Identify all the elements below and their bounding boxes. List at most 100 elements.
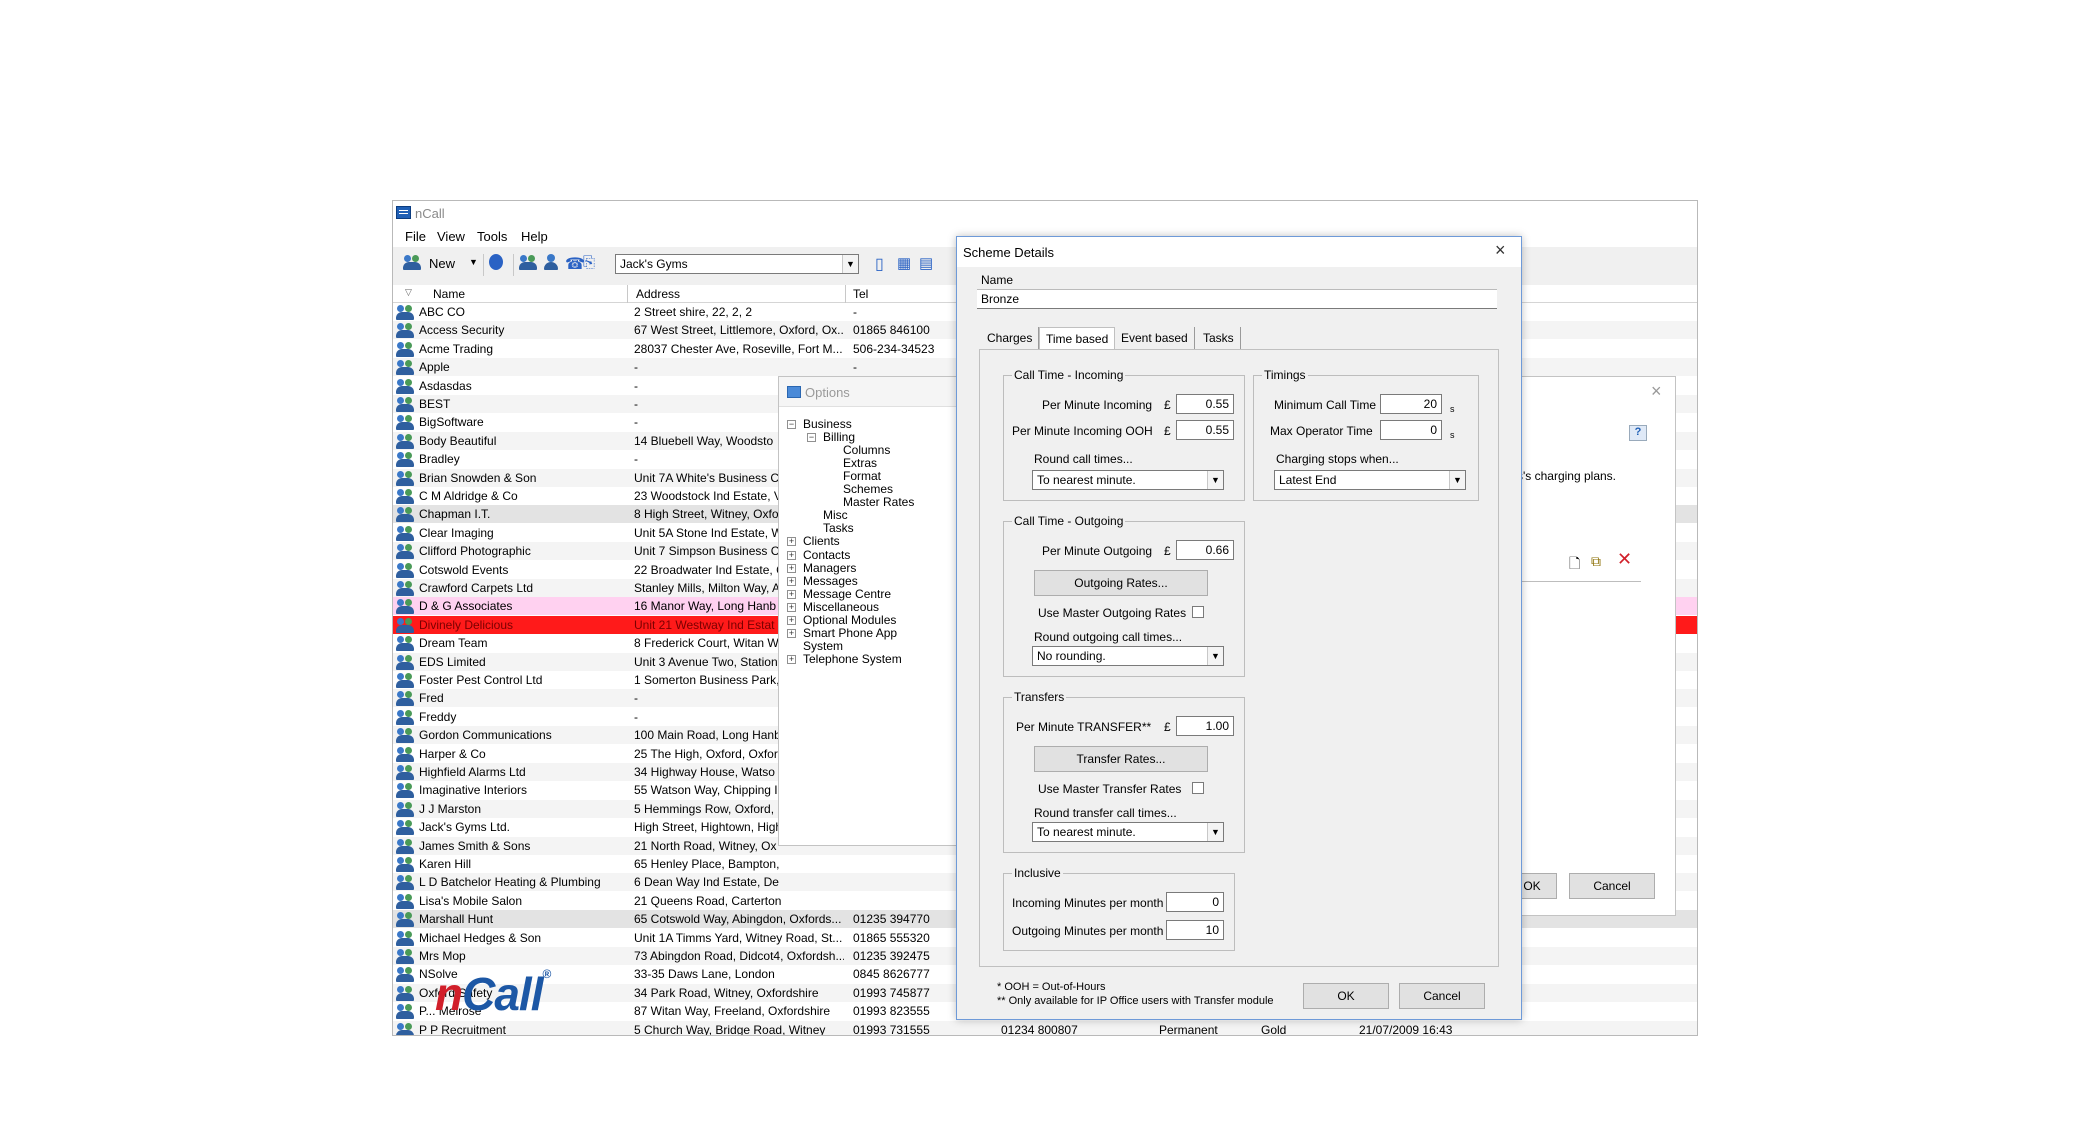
max-operator-time-input[interactable]: 0 bbox=[1380, 420, 1442, 440]
close-icon[interactable]: × bbox=[1651, 381, 1662, 402]
tab-tasks[interactable]: Tasks bbox=[1197, 327, 1241, 349]
tree-item[interactable]: Telephone System bbox=[803, 652, 902, 666]
balloon-icon[interactable] bbox=[489, 254, 507, 274]
client-name: Karen Hill bbox=[419, 857, 472, 871]
menu-tools[interactable]: Tools bbox=[477, 229, 507, 244]
expand-icon[interactable]: + bbox=[787, 615, 796, 625]
tree-item[interactable]: Columns bbox=[843, 443, 890, 457]
charging-stops-select[interactable]: Latest End ▼ bbox=[1274, 470, 1466, 490]
column-tel[interactable]: Tel bbox=[853, 287, 868, 301]
minimum-call-time-input[interactable]: 20 bbox=[1380, 394, 1442, 414]
currency-label: £ bbox=[1164, 544, 1171, 558]
per-minute-incoming-ooh-input[interactable]: 0.55 bbox=[1176, 420, 1234, 440]
tree-item[interactable]: Managers bbox=[803, 561, 856, 575]
tree-item[interactable]: Optional Modules bbox=[803, 613, 896, 627]
client-name: Highfield Alarms Ltd bbox=[419, 765, 526, 779]
sort-icon[interactable]: ▽ bbox=[405, 287, 412, 298]
options-title: Options bbox=[805, 385, 850, 400]
round-outgoing-value: No rounding. bbox=[1037, 649, 1106, 663]
collapse-icon[interactable]: − bbox=[807, 433, 816, 443]
window-title: nCall bbox=[415, 206, 445, 221]
tree-item[interactable]: Clients bbox=[803, 534, 840, 548]
tree-item[interactable]: Business bbox=[803, 417, 852, 431]
client-tel: 01865 846100 bbox=[853, 323, 930, 338]
inclusive-group: Inclusive Incoming Minutes per month 0 O… bbox=[1003, 866, 1235, 951]
tree-item[interactable]: Misc bbox=[823, 508, 848, 522]
column-separator[interactable] bbox=[627, 285, 628, 303]
client-name: P P Recruitment bbox=[419, 1022, 506, 1036]
transfer-rates-button[interactable]: Transfer Rates... bbox=[1034, 746, 1208, 772]
tree-item[interactable]: Extras bbox=[843, 456, 877, 470]
title-bar: nCall bbox=[393, 201, 1697, 225]
book-icon[interactable]: ▯ bbox=[875, 254, 893, 274]
per-minute-transfer-input[interactable]: 1.00 bbox=[1176, 716, 1234, 736]
cancel-button[interactable]: Cancel bbox=[1569, 873, 1655, 899]
tree-item[interactable]: System bbox=[803, 639, 843, 653]
use-master-outgoing-checkbox[interactable] bbox=[1192, 606, 1204, 618]
new-button[interactable]: New ▼ bbox=[403, 254, 479, 274]
tree-item[interactable]: Message Centre bbox=[803, 587, 891, 601]
expand-icon[interactable]: + bbox=[787, 628, 796, 638]
tree-item[interactable]: Billing bbox=[823, 430, 855, 444]
client-address: 65 Cotswold Way, Abingdon, Oxfords... bbox=[634, 912, 842, 927]
expand-icon[interactable]: + bbox=[787, 602, 796, 612]
client-name: Chapman I.T. bbox=[419, 507, 491, 522]
new-document-icon[interactable]: 🗋 bbox=[1569, 553, 1580, 577]
incoming-minutes-input[interactable]: 0 bbox=[1166, 892, 1224, 912]
menu-view[interactable]: View bbox=[437, 229, 465, 244]
tree-item[interactable]: Master Rates bbox=[843, 495, 914, 509]
client-icon bbox=[396, 543, 414, 560]
expand-icon[interactable]: + bbox=[787, 550, 796, 560]
expand-icon[interactable]: + bbox=[787, 563, 796, 573]
client-icon bbox=[396, 396, 414, 412]
tree-item[interactable]: Format bbox=[843, 469, 881, 483]
round-transfer-select[interactable]: To nearest minute. ▼ bbox=[1032, 822, 1224, 842]
client-name: James Smith & Sons bbox=[419, 838, 531, 853]
client-icon bbox=[396, 322, 414, 339]
client-name: Fred bbox=[419, 691, 444, 706]
tree-item[interactable]: Contacts bbox=[803, 548, 850, 562]
outgoing-rates-button[interactable]: Outgoing Rates... bbox=[1034, 570, 1208, 596]
column-separator[interactable] bbox=[845, 285, 846, 303]
name-input[interactable]: Bronze bbox=[977, 289, 1497, 309]
round-call-times-select[interactable]: To nearest minute. ▼ bbox=[1032, 470, 1224, 490]
tree-item[interactable]: Tasks bbox=[823, 521, 854, 535]
expand-icon[interactable]: + bbox=[787, 576, 796, 586]
client-icon bbox=[396, 378, 414, 394]
tree-item[interactable]: Messages bbox=[803, 574, 858, 588]
expand-icon[interactable]: + bbox=[787, 589, 796, 599]
menu-file[interactable]: File bbox=[405, 229, 426, 244]
phone-icon[interactable]: ☎ bbox=[565, 254, 585, 274]
per-minute-outgoing-input[interactable]: 0.66 bbox=[1176, 540, 1234, 560]
tree-item[interactable]: Schemes bbox=[843, 482, 893, 496]
menu-help[interactable]: Help bbox=[521, 229, 548, 244]
charging-plans-text: ss's charging plans. bbox=[1511, 469, 1617, 483]
tab-time-based[interactable]: Time based bbox=[1039, 327, 1116, 349]
tree-item[interactable]: Smart Phone App bbox=[803, 626, 897, 640]
column-name[interactable]: Name bbox=[433, 287, 465, 301]
collapse-icon[interactable]: − bbox=[787, 420, 796, 429]
tree-item[interactable]: Miscellaneous bbox=[803, 600, 879, 614]
column-address[interactable]: Address bbox=[636, 287, 680, 301]
tab-charges[interactable]: Charges bbox=[981, 327, 1040, 349]
cancel-button[interactable]: Cancel bbox=[1399, 983, 1485, 1009]
per-minute-incoming-input[interactable]: 0.55 bbox=[1176, 394, 1234, 414]
call-log-icon[interactable]: ⎘ bbox=[583, 254, 603, 274]
expand-icon[interactable]: + bbox=[787, 654, 796, 664]
delete-icon[interactable]: ✕ bbox=[1617, 549, 1632, 570]
company-combo[interactable]: Jack's Gyms ▼ bbox=[615, 254, 859, 274]
expand-icon[interactable]: + bbox=[787, 537, 796, 547]
grid-icon[interactable]: ▦ bbox=[897, 254, 915, 274]
copy-icon[interactable]: ⧉ bbox=[1591, 553, 1601, 570]
round-outgoing-select[interactable]: No rounding. ▼ bbox=[1032, 646, 1224, 666]
ok-button[interactable]: OK bbox=[1303, 983, 1389, 1009]
contact-icon[interactable] bbox=[543, 254, 561, 274]
outgoing-minutes-input[interactable]: 10 bbox=[1166, 920, 1224, 940]
help-icon[interactable]: ? bbox=[1629, 425, 1647, 441]
list-icon[interactable]: ▤ bbox=[919, 254, 937, 274]
close-icon[interactable]: × bbox=[1495, 240, 1506, 261]
tab-event-based[interactable]: Event based bbox=[1115, 327, 1195, 349]
clients-icon[interactable] bbox=[519, 254, 539, 274]
use-master-transfer-checkbox[interactable] bbox=[1192, 782, 1204, 794]
table-row[interactable]: P P Recruitment 5 Church Way, Bridge Road… bbox=[393, 1020, 1697, 1036]
